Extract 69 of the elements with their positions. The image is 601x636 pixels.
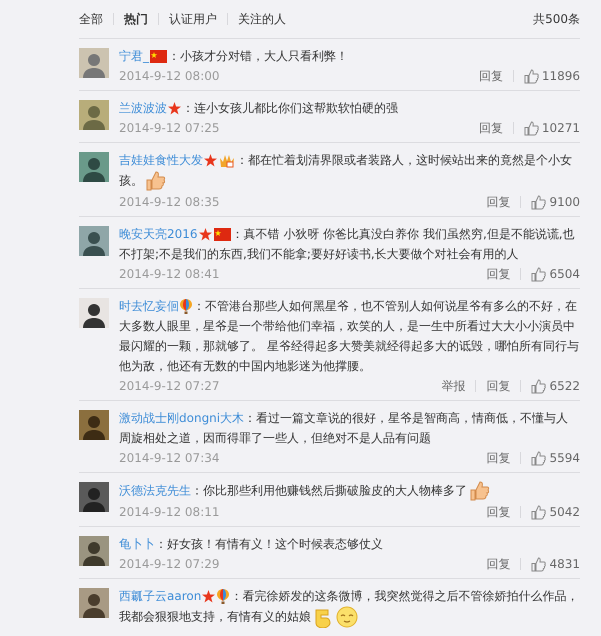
like-button[interactable]: 6504	[531, 266, 580, 282]
thumbs-up-icon	[531, 504, 546, 520]
like-button[interactable]: 6522	[531, 378, 580, 394]
comment-text: 时去忆妄佪 ：不管港台那些人如何黑星爷，也不管别人如何说星爷有多么的不好，在大多数人眼里，星爷是一个带给他们幸福，欢笑的人，是一生中所看过大大小小演员中最闪耀的一颗，那就够了。 星爷经得起多大赞美就经得起多大的诋毁，哪怕所有同行与他为敌，他还有无数的中国内地影迷为他撑腰。	[119, 298, 580, 375]
flag-icon	[214, 228, 231, 242]
user-name-link[interactable]: 兰波波波	[119, 101, 167, 115]
like-button[interactable]: 11896	[524, 68, 580, 84]
balloon-icon	[217, 589, 230, 604]
timestamp: 2014-9-12 08:11	[119, 505, 220, 519]
user-name-link[interactable]: 沃德法克先生	[119, 483, 191, 498]
thumbs-up-icon	[531, 556, 546, 572]
crown-icon	[219, 153, 235, 168]
flag-icon	[150, 50, 167, 64]
star-icon	[198, 228, 212, 242]
timestamp: 2014-9-12 08:00	[119, 69, 220, 83]
timestamp: 2014-9-12 07:25	[119, 121, 220, 135]
action-link[interactable]: 回复	[486, 194, 510, 210]
comment-text: 西瓤子云aaron ：看完徐娇发的这条微博，我突然觉得之后不管徐娇拍什么作品，我都会狠狠地支持，有情有义的姑娘	[119, 586, 580, 628]
timestamp: 2014-9-12 07:29	[119, 557, 220, 571]
timestamp: 2014-9-12 07:34	[119, 451, 220, 465]
action-link[interactable]: 回复	[478, 120, 503, 136]
star-icon	[202, 590, 216, 604]
action-link[interactable]: 回复	[486, 504, 510, 520]
user-name-link[interactable]: 吉娃娃食性大发	[119, 153, 203, 167]
action-link[interactable]: 举报	[441, 378, 466, 394]
action-link[interactable]: 回复	[486, 266, 510, 282]
timestamp: 2014-9-12 08:35	[119, 195, 220, 209]
timestamp: 2014-9-12 08:41	[119, 267, 220, 281]
smiley-icon	[336, 606, 358, 628]
like-button[interactable]: 9100	[531, 194, 580, 210]
user-name-link[interactable]: 龟卜卜	[119, 537, 155, 551]
action-link[interactable]: 回复	[486, 556, 510, 572]
comment-text: 吉娃娃食性大发 ：都在忙着划清界限或者装路人，这时候站出来的竟然是个小女孩。	[119, 150, 580, 192]
thumbs-up-icon	[531, 194, 546, 210]
user-name-link[interactable]: 激动战士刚dongni大木	[119, 411, 244, 425]
star-icon	[168, 102, 181, 116]
thumbs-up-icon	[144, 170, 166, 192]
action-link[interactable]: 回复	[486, 450, 510, 466]
user-name-link[interactable]: 时去忆妄佪	[119, 299, 179, 313]
like-button[interactable]: 10271	[524, 120, 580, 136]
thumbs-up-icon	[468, 480, 490, 502]
like-button[interactable]: 5042	[531, 504, 580, 520]
filter-tab[interactable]: 全部	[79, 10, 103, 28]
comment-text: 龟卜卜：好女孩！有情有义！这个时候表态够仗义	[119, 536, 384, 553]
thumbs-up-icon	[531, 450, 546, 466]
star-icon	[204, 154, 217, 168]
thumbs-up-icon	[531, 266, 546, 282]
comment-text: 兰波波波 ：连小女孩儿都比你们这帮欺软怕硬的强	[119, 100, 399, 118]
timestamp: 2014-9-12 07:27	[119, 379, 220, 393]
comment-count: 共500条	[533, 10, 580, 28]
action-link[interactable]: 回复	[478, 68, 503, 84]
balloon-icon	[180, 299, 192, 314]
filter-tab[interactable]: 认证用户	[169, 10, 217, 28]
comment-text: 晚安天亮2016 ：真不错 小狄呀 你爸比真没白养你 我们虽然穷,但是不能说谎,也不打架;不是我们的东西,我们不能拿;要好好读书,长大要做个对社会有用的人	[119, 226, 576, 263]
filter-tab[interactable]: 关注的人	[238, 10, 286, 28]
like-button[interactable]: 4831	[531, 556, 580, 572]
thumbs-up-icon	[531, 378, 546, 394]
comment-text: 激动战士刚dongni大木：看过一篇文章说的很好，星爷是智商高，情商低，不懂与人周旋相处之道，因而得罪了一些人，但绝对不是人品有问题	[119, 410, 570, 447]
like-button[interactable]: 5594	[531, 450, 580, 466]
filter-tab[interactable]: 热门	[124, 10, 148, 28]
thumbs-up-icon	[524, 68, 539, 84]
action-link[interactable]: 回复	[486, 378, 510, 394]
thumbs-up-icon	[524, 120, 539, 136]
comment-text: 宁君_ ：小孩才分对错，大人只看利弊！	[119, 48, 349, 66]
comment-text: 沃德法克先生：你比那些利用他赚钱然后撕破脸皮的大人物棒多了	[119, 480, 580, 502]
user-name-link[interactable]: 晚安天亮2016	[119, 227, 198, 241]
avatar[interactable]	[79, 298, 109, 328]
user-name-link[interactable]: 宁君_	[119, 49, 149, 63]
user-name-link[interactable]: 西瓤子云aaron	[119, 589, 202, 603]
